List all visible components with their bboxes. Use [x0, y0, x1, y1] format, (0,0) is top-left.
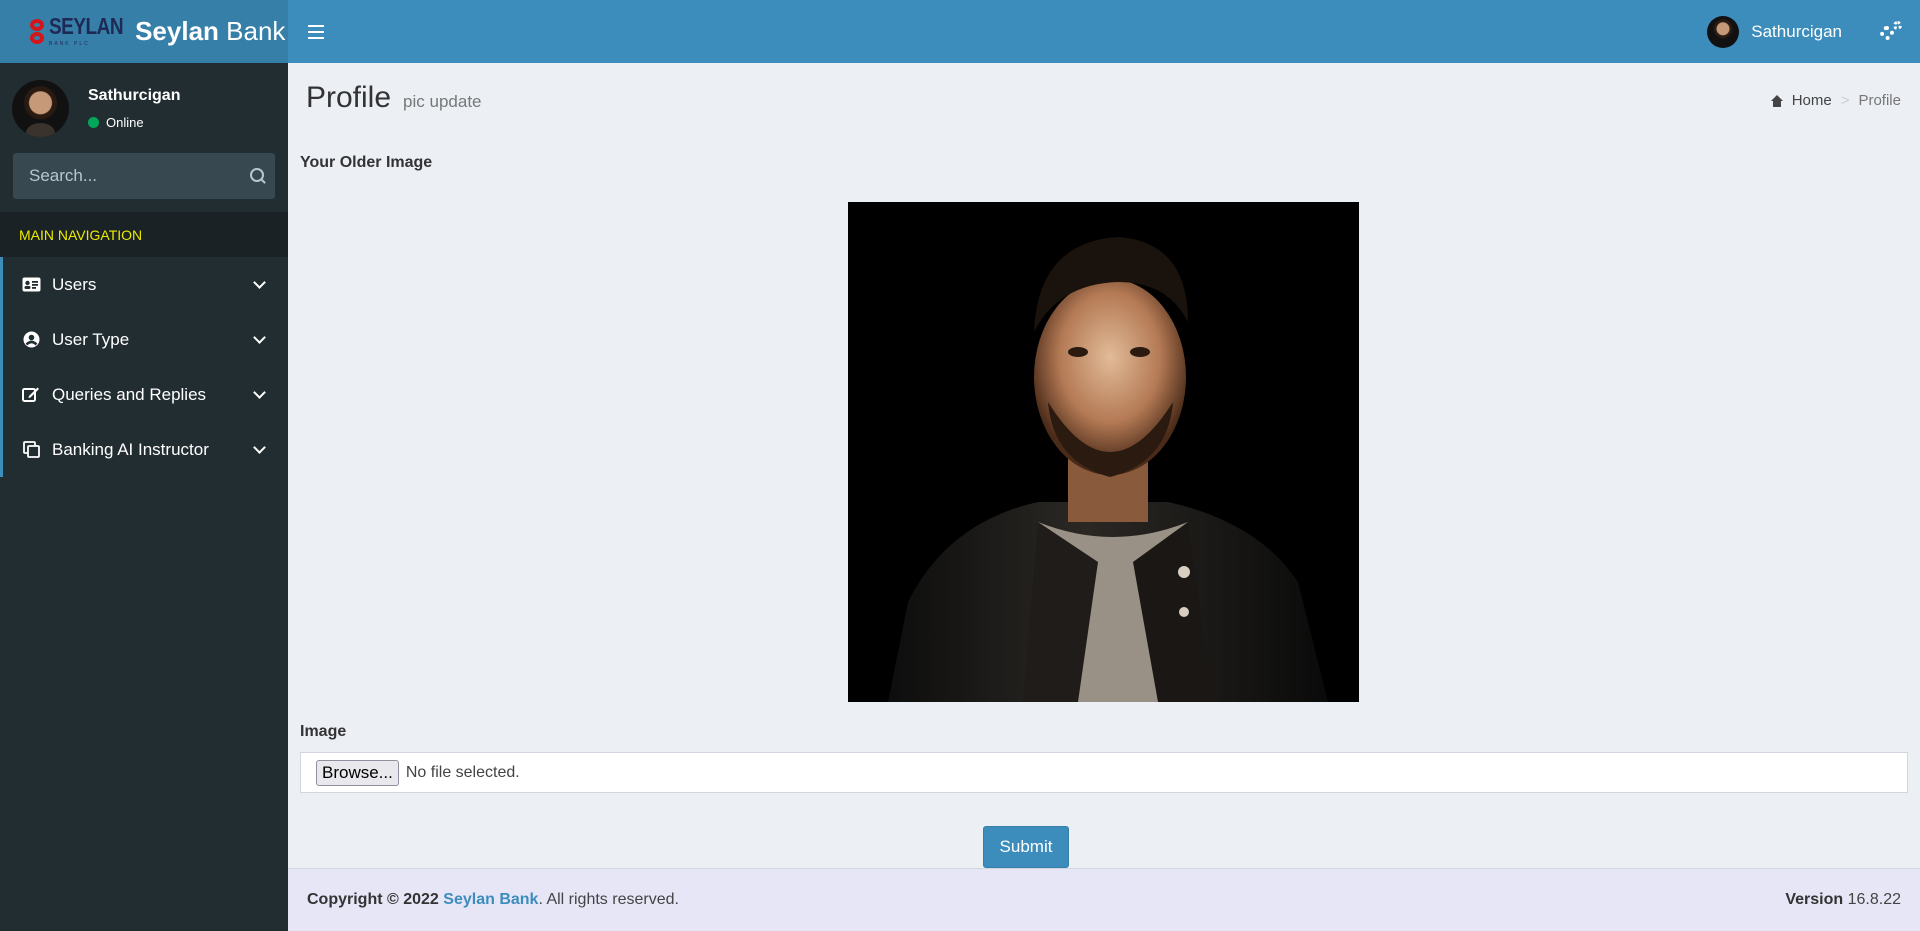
avatar	[12, 79, 69, 137]
app-title-light: Bank	[226, 16, 286, 46]
logo-glyph-icon	[28, 18, 46, 46]
app-title: Seylan Bank	[135, 16, 285, 47]
sidebar-item-users[interactable]: Users	[0, 257, 288, 312]
sidebar-item-user-type[interactable]: User Type	[0, 312, 288, 367]
sidebar-item-label: Users	[52, 274, 97, 294]
sidebar-item-label: User Type	[52, 329, 130, 349]
copy-icon	[21, 441, 41, 459]
file-input[interactable]: Browse... No file selected.	[300, 752, 1908, 793]
footer: Copyright © 2022 Seylan Bank. All rights…	[288, 868, 1920, 931]
top-navbar: Sathurcigan	[288, 0, 1920, 63]
chevron-down-icon	[253, 440, 266, 454]
browse-button[interactable]: Browse...	[316, 759, 399, 786]
sidebar-item-label: Queries and Replies	[52, 384, 207, 404]
logo-brand-text: SEYLAN	[49, 14, 124, 41]
user-status[interactable]: Online	[88, 115, 180, 130]
copyright-suffix: . All rights reserved.	[538, 891, 679, 908]
chevron-down-icon	[253, 275, 266, 289]
id-card-icon	[21, 276, 41, 294]
home-icon	[1770, 94, 1783, 107]
breadcrumb-current: Profile	[1858, 92, 1901, 109]
copyright-prefix: Copyright © 2022	[307, 891, 439, 908]
page-subtitle: pic update	[403, 92, 482, 111]
gears-icon[interactable]	[1880, 20, 1902, 43]
version-label: Version	[1785, 891, 1844, 908]
submit-button[interactable]: Submit	[983, 826, 1069, 868]
sidebar-search	[13, 153, 275, 199]
user-status-label: Online	[106, 114, 144, 130]
page-title: Profile	[306, 81, 392, 114]
edit-icon	[21, 386, 41, 404]
online-dot-icon	[88, 116, 99, 128]
footer-brand-link[interactable]: Seylan Bank	[443, 891, 538, 908]
user-panel: Sathurcigan Online	[0, 63, 288, 153]
chevron-down-icon	[253, 330, 266, 344]
sidebar-item-banking-ai[interactable]: Banking AI Instructor	[0, 422, 288, 477]
image-field-label: Image	[300, 723, 347, 740]
nav-header: MAIN NAVIGATION	[0, 212, 288, 257]
logo-subtext: BANK PLC	[49, 41, 90, 47]
sidebar-item-label: Banking AI Instructor	[52, 439, 209, 459]
older-image-label: Your Older Image	[300, 154, 433, 171]
content-area: Profile pic update Home > Profile Your O…	[288, 63, 1920, 868]
app-title-bold: Seylan	[135, 16, 219, 46]
avatar[interactable]	[1707, 15, 1740, 48]
search-input[interactable]	[29, 166, 250, 186]
search-icon[interactable]	[250, 168, 264, 184]
breadcrumb-separator: >	[1840, 92, 1850, 109]
footer-copyright: Copyright © 2022 Seylan Bank. All rights…	[307, 891, 679, 909]
breadcrumb-home[interactable]: Home	[1792, 92, 1832, 109]
header-user-name[interactable]: Sathurcigan	[1751, 22, 1842, 42]
sidebar-toggle-icon[interactable]	[308, 24, 324, 39]
seylan-logo: SEYLAN BANK PLC	[28, 14, 124, 47]
breadcrumb: Home > Profile	[1770, 92, 1901, 109]
profile-photo	[848, 202, 1359, 702]
version-number: 16.8.22	[1847, 891, 1901, 908]
file-status-text: No file selected.	[405, 763, 520, 781]
sidebar-item-queries[interactable]: Queries and Replies	[0, 367, 288, 422]
logo-area[interactable]: SEYLAN BANK PLC Seylan Bank	[0, 0, 288, 63]
chevron-down-icon	[253, 385, 266, 399]
user-name: Sathurcigan	[88, 86, 181, 104]
footer-version: Version 16.8.22	[1785, 891, 1901, 909]
sidebar: SEYLAN BANK PLC Seylan Bank Sathurcigan …	[0, 0, 288, 931]
user-circle-icon	[21, 331, 41, 349]
